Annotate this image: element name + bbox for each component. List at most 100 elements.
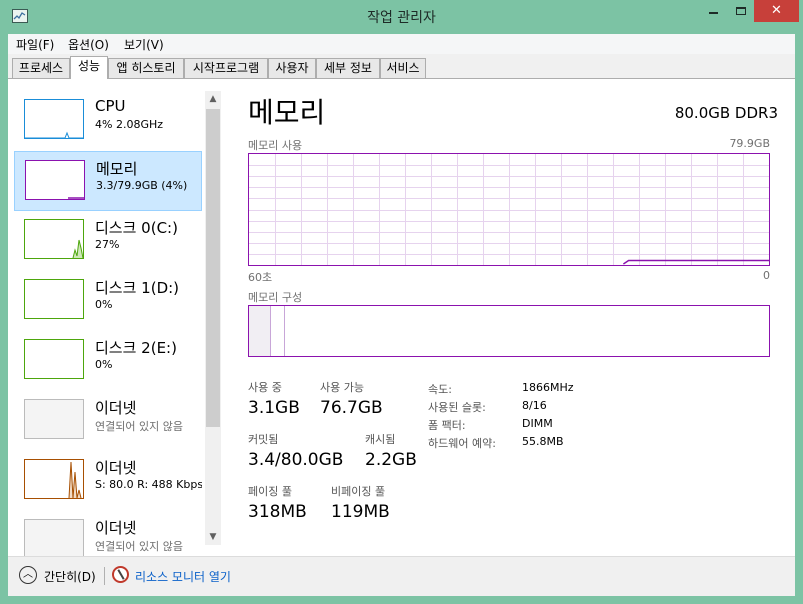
tab-startup[interactable]: 시작프로그램 [184,58,268,78]
performance-panel: CPU 4% 2.08GHz 메모리 3.3/79.9GB (4%) 디스크 0… [8,78,795,557]
sidebar-item-title: 이더넷 [95,459,137,477]
sidebar-item-memory[interactable]: 메모리 3.3/79.9GB (4%) [14,151,202,211]
usage-graph-max: 79.9GB [729,137,770,150]
close-icon: ✕ [771,3,782,18]
cached-label: 캐시됨 [365,433,396,446]
paged-pool-label: 페이징 풀 [248,485,292,498]
cached-value: 2.2GB [365,450,417,470]
available-label: 사용 가능 [320,381,364,394]
speed-value: 1866MHz [522,381,574,394]
minimize-button[interactable] [698,0,728,22]
sidebar-item-title: 메모리 [96,160,138,178]
nonpaged-pool-value: 119MB [331,502,390,522]
memory-detail: 메모리 80.0GB DDR3 메모리 사용 79.9GB 60초 0 메모리 … [248,79,778,557]
ethernet-3-mini-graph [24,519,84,557]
memory-mini-graph [25,160,85,200]
paged-pool-value: 318MB [248,502,307,522]
sidebar-item-subtitle: 27% [95,238,120,251]
tab-users[interactable]: 사용자 [268,58,316,78]
sidebar-item-ethernet-2[interactable]: 이더넷 S: 80.0 R: 488 Kbps [14,451,202,511]
usage-graph-label: 메모리 사용 [248,139,303,152]
maximize-button[interactable] [728,0,754,22]
memory-usage-line [622,259,769,265]
menu-view[interactable]: 보기(V) [124,36,164,53]
sidebar-item-disk-1[interactable]: 디스크 1(D:) 0% [14,271,202,331]
menu-bar: 파일(F) 옵션(O) 보기(V) [8,34,795,54]
scroll-down-icon[interactable]: ▼ [205,529,221,545]
disk-2-mini-graph [24,339,84,379]
page-title: 메모리 [248,96,326,129]
sidebar-item-title: 디스크 2(E:) [95,339,177,357]
slots-label: 사용된 슬롯: [428,401,486,414]
window-title: 작업 관리자 [367,10,436,26]
tab-services[interactable]: 서비스 [380,58,426,78]
memory-usage-plot [249,154,769,265]
sidebar-item-subtitle: 0% [95,358,113,371]
memory-spec: 80.0GB DDR3 [674,104,778,122]
disk-1-mini-graph [24,279,84,319]
sidebar-item-subtitle: 0% [95,298,113,311]
hardware-reserved-label: 하드웨어 예약: [428,437,496,450]
fewer-details-button[interactable]: 간단히(D) [44,568,96,585]
committed-label: 커밋됨 [248,433,279,446]
sidebar-item-subtitle: 4% 2.08GHz [95,118,164,131]
tab-performance[interactable]: 성능 [70,56,108,79]
scroll-thumb[interactable] [206,109,220,427]
sidebar-item-ethernet-3[interactable]: 이더넷 연결되어 있지 않음 [14,511,202,557]
sidebar-item-subtitle: S: 80.0 R: 488 Kbps [95,478,202,491]
title-bar[interactable]: 작업 관리자 ✕ [0,0,803,34]
sidebar-item-disk-2[interactable]: 디스크 2(E:) 0% [14,331,202,391]
sidebar-item-title: CPU [95,97,126,115]
tab-app-history[interactable]: 앱 히스토리 [108,58,184,78]
time-axis-right: 0 [763,269,770,282]
sidebar-item-subtitle: 3.3/79.9GB (4%) [96,179,188,192]
committed-value: 3.4/80.0GB [248,450,344,470]
tab-processes[interactable]: 프로세스 [12,58,70,78]
sidebar-item-title: 디스크 1(D:) [95,279,180,297]
client-area: 파일(F) 옵션(O) 보기(V) 프로세스 성능 앱 히스토리 시작프로그램 … [8,34,795,596]
hardware-reserved-value: 55.8MB [522,435,564,448]
ethernet-1-mini-graph [24,399,84,439]
menu-options[interactable]: 옵션(O) [68,36,109,53]
disk-0-mini-graph [24,219,84,259]
sidebar-item-title: 이더넷 [95,399,137,417]
in-use-value: 3.1GB [248,398,300,418]
sidebar-item-title: 디스크 0(C:) [95,219,178,237]
sidebar-item-ethernet-1[interactable]: 이더넷 연결되어 있지 않음 [14,391,202,451]
tab-bar: 프로세스 성능 앱 히스토리 시작프로그램 사용자 세부 정보 서비스 [8,56,795,79]
footer-bar: ︿ 간단히(D) 리소스 모니터 열기 [8,556,795,596]
resource-monitor-icon[interactable] [112,566,129,583]
form-factor-value: DIMM [522,417,553,430]
scroll-up-icon[interactable]: ▲ [205,91,221,107]
form-factor-label: 폼 팩터: [428,419,466,432]
slots-value: 8/16 [522,399,547,412]
memory-usage-graph [248,153,770,266]
composition-label: 메모리 구성 [248,291,303,304]
footer-divider [104,567,105,585]
maximize-icon [736,7,746,15]
composition-modified [271,306,285,356]
menu-file[interactable]: 파일(F) [16,36,54,53]
cpu-mini-graph [24,99,84,139]
nonpaged-pool-label: 비페이징 풀 [331,485,386,498]
close-button[interactable]: ✕ [754,0,799,22]
sidebar-item-subtitle: 연결되어 있지 않음 [95,420,183,433]
resource-monitor-link[interactable]: 리소스 모니터 열기 [135,568,231,585]
speed-label: 속도: [428,383,452,396]
composition-in-use [249,306,271,356]
sidebar-item-cpu[interactable]: CPU 4% 2.08GHz [14,91,202,151]
sidebar-item-disk-0[interactable]: 디스크 0(C:) 27% [14,211,202,271]
task-manager-window: 작업 관리자 ✕ 파일(F) 옵션(O) 보기(V) 프로세스 성능 앱 히스토… [0,0,803,604]
minimize-icon [708,12,718,14]
in-use-label: 사용 중 [248,381,282,394]
sidebar-item-subtitle: 연결되어 있지 않음 [95,540,183,553]
sidebar-scrollbar[interactable]: ▲ ▼ [205,91,221,545]
ethernet-2-mini-graph [24,459,84,499]
available-value: 76.7GB [320,398,383,418]
resource-list: CPU 4% 2.08GHz 메모리 3.3/79.9GB (4%) 디스크 0… [14,91,202,557]
time-axis-left: 60초 [248,271,273,284]
sidebar-item-title: 이더넷 [95,519,137,537]
memory-composition-bar [248,305,770,357]
tab-details[interactable]: 세부 정보 [316,58,380,78]
chevron-up-icon[interactable]: ︿ [19,566,37,584]
